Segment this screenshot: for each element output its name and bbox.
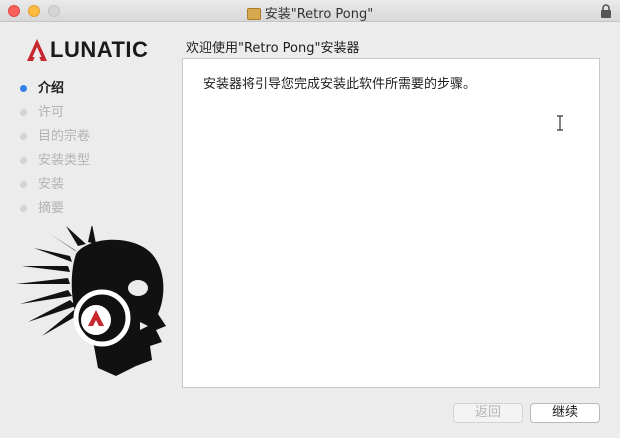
step-indicator bbox=[20, 181, 27, 188]
text-cursor-icon bbox=[557, 115, 563, 131]
content-panel: 安装器将引导您完成安装此软件所需要的步骤。 bbox=[182, 58, 600, 388]
step-indicator bbox=[20, 109, 27, 116]
step-label: 目的宗卷 bbox=[38, 129, 91, 144]
lunatic-logo-icon bbox=[27, 39, 47, 61]
brand-logo: LUNATIC bbox=[26, 38, 166, 62]
lock-icon[interactable] bbox=[600, 4, 612, 18]
step-indicator bbox=[20, 133, 27, 140]
step-label: 摘要 bbox=[38, 201, 65, 216]
step-indicator bbox=[20, 157, 27, 164]
continue-button[interactable]: 继续 bbox=[530, 403, 600, 423]
page-heading: 欢迎使用"Retro Pong"安装器 bbox=[186, 41, 360, 56]
intro-text: 安装器将引导您完成安装此软件所需要的步骤。 bbox=[203, 77, 477, 92]
step-installation-type: 安装类型 bbox=[20, 152, 90, 176]
installer-steps: 介绍 许可 目的宗卷 安装类型 安装 摘要 bbox=[20, 80, 90, 224]
skull-mascot-icon bbox=[16, 226, 166, 376]
step-label: 安装类型 bbox=[38, 153, 91, 168]
step-summary: 摘要 bbox=[20, 200, 90, 224]
title-bar: 安装"Retro Pong" bbox=[0, 0, 620, 22]
step-label: 安装 bbox=[38, 177, 65, 192]
step-indicator bbox=[20, 205, 27, 212]
window-title-wrap: 安装"Retro Pong" bbox=[0, 3, 620, 22]
step-destination: 目的宗卷 bbox=[20, 128, 90, 152]
window-title: 安装"Retro Pong" bbox=[264, 7, 374, 22]
step-indicator bbox=[20, 85, 27, 92]
step-license: 许可 bbox=[20, 104, 90, 128]
brand-name: LUNATIC bbox=[50, 37, 149, 62]
package-icon bbox=[246, 8, 261, 20]
step-introduction: 介绍 bbox=[20, 80, 90, 104]
step-label: 介绍 bbox=[38, 81, 65, 96]
back-button[interactable]: 返回 bbox=[453, 403, 523, 423]
step-label: 许可 bbox=[38, 105, 65, 120]
step-installation: 安装 bbox=[20, 176, 90, 200]
